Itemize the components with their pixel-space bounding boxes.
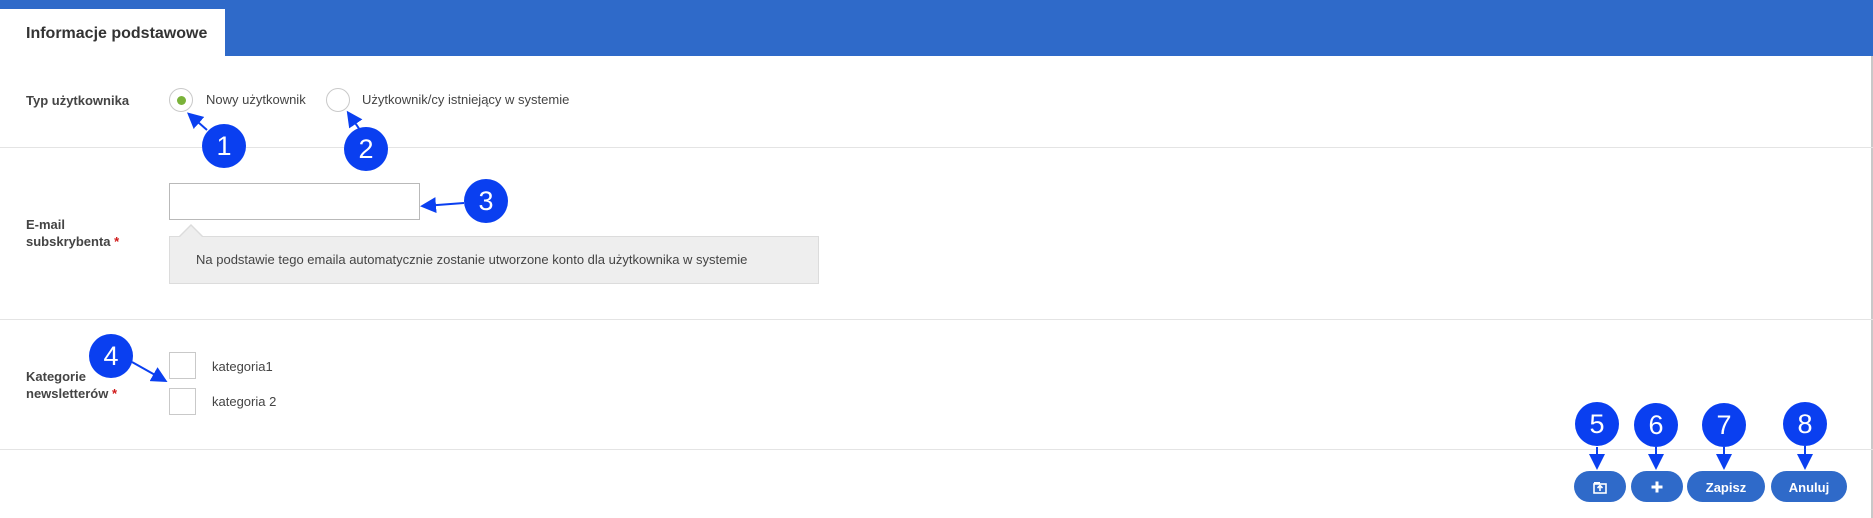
row-divider (0, 319, 1873, 320)
callout-marker: 5 (1575, 402, 1619, 446)
callout-marker: 7 (1702, 403, 1746, 447)
radio-existing-user[interactable] (326, 88, 350, 112)
email-label: E-mail subskrybenta * (26, 216, 119, 250)
required-marker: * (111, 386, 118, 401)
callout-marker: 3 (464, 179, 508, 223)
callout-marker: 1 (202, 124, 246, 168)
callout-marker: 2 (344, 127, 388, 171)
email-label-line1: E-mail (26, 217, 66, 232)
hint-caret-fill (180, 226, 202, 237)
callout-marker: 6 (1634, 403, 1678, 447)
header-bar: Informacje podstawowe (0, 0, 1873, 56)
categories-label-line1: Kategorie (26, 369, 86, 384)
return-to-list-icon (1593, 482, 1607, 494)
callout-marker: 8 (1783, 402, 1827, 446)
required-marker: * (114, 234, 120, 249)
checkbox-category-1-label[interactable]: kategoria1 (212, 359, 273, 374)
cancel-button[interactable]: Anuluj (1771, 471, 1847, 502)
back-to-list-button[interactable] (1574, 471, 1626, 502)
radio-existing-user-label[interactable]: Użytkownik/cy istniejący w systemie (362, 92, 569, 107)
row-divider (0, 147, 1873, 148)
user-type-label: Typ użytkownika (26, 93, 130, 108)
checkbox-category-2-label[interactable]: kategoria 2 (212, 394, 276, 409)
email-hint: Na podstawie tego emaila automatycznie z… (169, 236, 819, 284)
email-field[interactable] (169, 183, 420, 220)
radio-new-user[interactable] (169, 88, 193, 112)
email-label-line2: subskrybenta (26, 234, 111, 249)
categories-label-line2: newsletterów (26, 386, 109, 401)
tab-basic-info[interactable]: Informacje podstawowe (0, 9, 225, 56)
row-divider (0, 449, 1873, 450)
add-button[interactable] (1631, 471, 1683, 502)
plus-icon (1651, 481, 1663, 493)
checkbox-category-1[interactable] (169, 352, 196, 379)
callout-marker: 4 (89, 334, 133, 378)
radio-selected-dot (177, 96, 186, 105)
radio-new-user-label[interactable]: Nowy użytkownik (206, 92, 306, 107)
checkbox-category-2[interactable] (169, 388, 196, 415)
save-button[interactable]: Zapisz (1687, 471, 1765, 502)
